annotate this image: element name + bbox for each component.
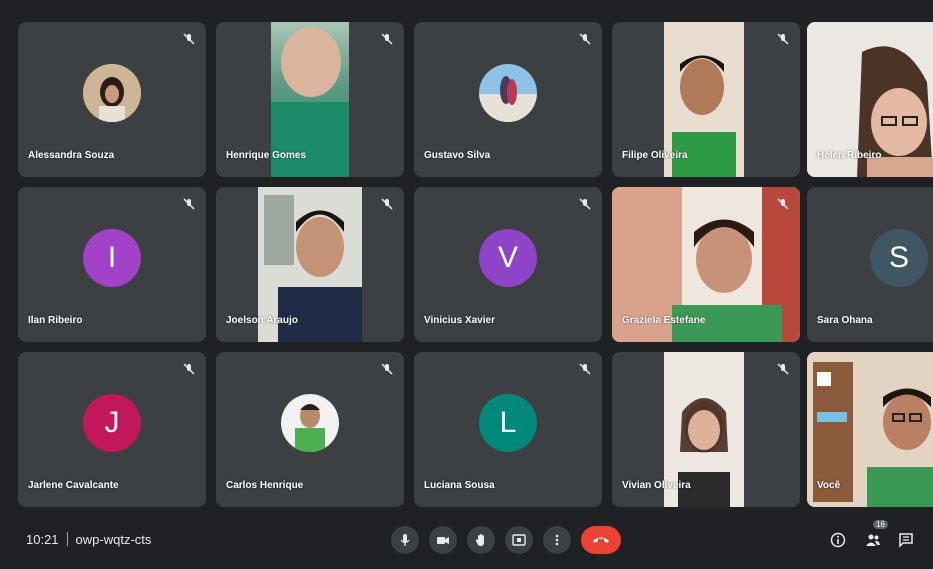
mic-off-icon bbox=[381, 363, 393, 375]
participant-tile[interactable]: Helen Ribeiro bbox=[807, 22, 933, 177]
people-count-badge: 16 bbox=[873, 520, 888, 529]
avatar bbox=[281, 393, 339, 452]
participant-tile-self[interactable]: Você bbox=[807, 352, 933, 507]
participant-tile[interactable]: Joelson Araujo bbox=[216, 187, 404, 342]
participant-name: Ilan Ribeiro bbox=[28, 315, 83, 326]
chat-icon bbox=[899, 533, 913, 548]
meeting-info-button[interactable] bbox=[826, 528, 850, 552]
microphone-button[interactable] bbox=[391, 526, 419, 554]
participant-name: Alessandra Souza bbox=[28, 150, 115, 161]
participant-tile[interactable]: Carlos Henrique bbox=[216, 352, 404, 507]
info-icon bbox=[830, 532, 846, 548]
mic-off-icon bbox=[777, 33, 789, 45]
mic-off-icon bbox=[579, 363, 591, 375]
mic-icon bbox=[400, 534, 410, 546]
participant-tile[interactable]: Alessandra Souza bbox=[18, 22, 206, 177]
people-button[interactable]: 16 bbox=[861, 520, 888, 552]
participant-grid: Alessandra Souza Henrique Gomes Gustavo … bbox=[0, 0, 933, 510]
participant-tile[interactable]: Vivian Oliveira bbox=[612, 352, 800, 507]
mic-off-icon bbox=[381, 198, 393, 210]
participant-name: Você bbox=[817, 480, 841, 491]
mic-off-icon bbox=[777, 198, 789, 210]
avatar: L bbox=[479, 393, 537, 452]
participant-name: Henrique Gomes bbox=[226, 150, 307, 161]
avatar bbox=[83, 63, 141, 122]
participant-name: Helen Ribeiro bbox=[817, 150, 882, 161]
control-bar: 10:21 owp-wqtz-cts 16 bbox=[0, 510, 933, 569]
participant-name: Joelson Araujo bbox=[226, 315, 298, 326]
participant-tile[interactable]: J Jarlene Cavalcante bbox=[18, 352, 206, 507]
avatar bbox=[479, 63, 537, 122]
participant-tile[interactable]: Gustavo Silva bbox=[414, 22, 602, 177]
participant-tile[interactable]: V Vinicius Xavier bbox=[414, 187, 602, 342]
chat-button[interactable] bbox=[894, 528, 918, 552]
more-vert-icon bbox=[555, 534, 559, 546]
mic-off-icon bbox=[183, 198, 195, 210]
participant-name: Sara Ohana bbox=[817, 315, 873, 326]
raise-hand-button[interactable] bbox=[467, 526, 495, 554]
avatar: S bbox=[870, 228, 928, 287]
participant-name: Carlos Henrique bbox=[226, 480, 304, 491]
hand-icon bbox=[475, 534, 484, 546]
participant-name: Gustavo Silva bbox=[424, 150, 491, 161]
participant-name: Luciana Sousa bbox=[424, 480, 495, 491]
meeting-time: 10:21 bbox=[26, 532, 59, 547]
mic-off-icon bbox=[381, 33, 393, 45]
participant-name: Filipe Oliveira bbox=[622, 150, 688, 161]
video-camera-icon bbox=[437, 537, 449, 544]
present-screen-button[interactable] bbox=[505, 526, 533, 554]
mic-off-icon bbox=[183, 33, 195, 45]
participant-tile[interactable]: L Luciana Sousa bbox=[414, 352, 602, 507]
end-call-icon bbox=[593, 537, 609, 543]
camera-button[interactable] bbox=[429, 526, 457, 554]
people-icon bbox=[866, 534, 880, 546]
participant-name: Vivian Oliveira bbox=[622, 480, 691, 491]
divider bbox=[66, 532, 68, 546]
participant-tile[interactable]: Filipe Oliveira bbox=[612, 22, 800, 177]
avatar: I bbox=[83, 228, 141, 287]
more-options-button[interactable] bbox=[543, 526, 571, 554]
meeting-details: 10:21 owp-wqtz-cts bbox=[26, 532, 151, 547]
participant-name: Vinicius Xavier bbox=[424, 315, 495, 326]
avatar: V bbox=[479, 228, 537, 287]
mic-off-icon bbox=[183, 363, 195, 375]
participant-name: Jarlene Cavalcante bbox=[28, 480, 119, 491]
avatar: J bbox=[83, 393, 141, 452]
leave-call-button[interactable] bbox=[581, 526, 621, 554]
participant-name: Graziela Estefane bbox=[622, 315, 706, 326]
participant-tile[interactable]: I Ilan Ribeiro bbox=[18, 187, 206, 342]
participant-tile[interactable]: Henrique Gomes bbox=[216, 22, 404, 177]
mic-off-icon bbox=[579, 198, 591, 210]
mic-off-icon bbox=[777, 363, 789, 375]
participant-tile[interactable]: Graziela Estefane bbox=[612, 187, 800, 342]
participant-tile[interactable]: S Sara Ohana bbox=[807, 187, 933, 342]
meeting-code: owp-wqtz-cts bbox=[75, 532, 152, 547]
mic-off-icon bbox=[579, 33, 591, 45]
present-icon bbox=[512, 534, 526, 546]
